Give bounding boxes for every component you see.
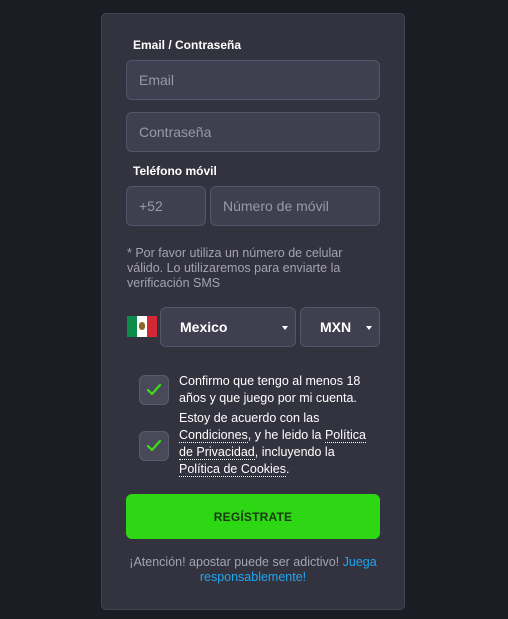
check-icon xyxy=(146,439,162,452)
terms-suffix: . xyxy=(286,462,290,476)
country-select[interactable]: Mexico xyxy=(160,307,296,347)
currency-value: MXN xyxy=(320,319,352,335)
gambling-warning: ¡Atención! apostar puede ser adictivo! J… xyxy=(116,555,390,585)
password-placeholder: Contraseña xyxy=(139,124,212,140)
email-field[interactable]: Email xyxy=(126,60,380,100)
sms-note: * Por favor utiliza un número de celular… xyxy=(127,246,343,290)
age-confirm-text: Confirmo que tengo al menos 18 años y qu… xyxy=(179,374,361,405)
registration-card: Email / Contraseña Email Contraseña Telé… xyxy=(101,13,405,610)
mexico-flag-icon xyxy=(127,316,157,337)
country-value: Mexico xyxy=(180,319,228,335)
age-confirm-checkbox[interactable] xyxy=(139,375,169,405)
terms-middle2: , incluyendo la xyxy=(254,445,335,459)
phone-code-field[interactable]: +52 xyxy=(126,186,206,226)
terms-middle: , y he leido la xyxy=(247,428,325,442)
caret-down-icon xyxy=(366,326,372,330)
cookies-link[interactable]: Política de Cookies xyxy=(179,462,287,477)
check-icon xyxy=(146,383,162,396)
phone-section-label: Teléfono móvil xyxy=(133,164,217,178)
caret-down-icon xyxy=(282,326,288,330)
email-placeholder: Email xyxy=(139,72,175,88)
terms-text: Estoy de acuerdo con las Condiciones, y … xyxy=(179,410,379,478)
terms-prefix: Estoy de acuerdo con las xyxy=(179,411,320,425)
phone-number-field[interactable]: Número de móvil xyxy=(210,186,380,226)
terms-checkbox[interactable] xyxy=(139,431,169,461)
warning-text: ¡Atención! apostar puede ser adictivo! xyxy=(129,555,343,569)
currency-select[interactable]: MXN xyxy=(300,307,380,347)
register-button[interactable]: REGÍSTRATE xyxy=(126,494,380,539)
phone-placeholder: Número de móvil xyxy=(223,198,329,214)
conditions-link[interactable]: Condiciones xyxy=(179,428,248,443)
password-field[interactable]: Contraseña xyxy=(126,112,380,152)
phone-code: +52 xyxy=(139,198,163,214)
email-section-label: Email / Contraseña xyxy=(133,38,242,52)
